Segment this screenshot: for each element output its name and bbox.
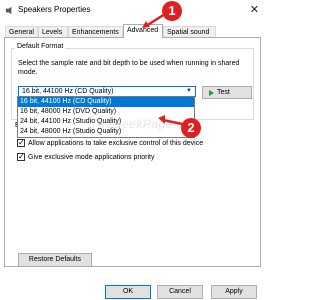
annotation-arrow-1 — [145, 12, 166, 28]
step-2-badge: 2 — [181, 118, 201, 138]
step-1-badge: 1 — [162, 1, 182, 21]
annotation-arrowhead-2 — [158, 115, 165, 124]
annotation-arrows — [142, 12, 183, 126]
annotation-arrow-2 — [162, 118, 183, 126]
